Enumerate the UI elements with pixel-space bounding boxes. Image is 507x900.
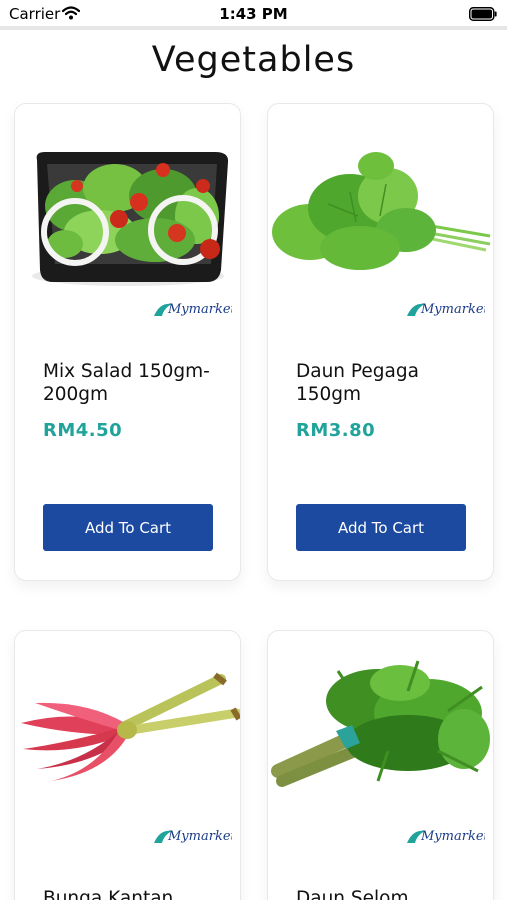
product-price: RM4.50 [43, 420, 123, 441]
status-bar: Carrier 1:43 PM [0, 0, 507, 28]
product-name: Bunga Kantan [43, 888, 174, 900]
brand-logo: Mymarket [150, 294, 232, 322]
header-divider [0, 26, 507, 30]
brand-logo: Mymarket [403, 821, 485, 849]
add-to-cart-button[interactable]: Add To Cart [296, 504, 466, 551]
brand-logo: Mymarket [403, 294, 485, 322]
status-time: 1:43 PM [219, 5, 288, 23]
add-to-cart-button[interactable]: Add To Cart [43, 504, 213, 551]
product-name: Daun Pegaga 150gm [296, 361, 419, 405]
product-card-daun-pegaga[interactable]: Mymarket Daun Pegaga 150gm RM3.80 Add To… [267, 103, 494, 581]
svg-text:Mymarket: Mymarket [167, 829, 232, 844]
page-title: Vegetables [151, 40, 356, 80]
brand-logo: Mymarket [150, 821, 232, 849]
product-card-mix-salad[interactable]: Mymarket Mix Salad 150gm-200gm RM4.50 Ad… [14, 103, 241, 581]
product-card-bunga-kantan[interactable]: Mymarket Bunga Kantan [14, 630, 241, 900]
product-name: Mix Salad 150gm-200gm [43, 361, 210, 405]
product-name: Daun Selom [296, 888, 409, 900]
svg-text:Mymarket: Mymarket [167, 302, 232, 317]
svg-text:Mymarket: Mymarket [420, 302, 485, 317]
svg-text:Mymarket: Mymarket [420, 829, 485, 844]
battery-icon [469, 6, 497, 21]
product-card-daun-selom[interactable]: Mymarket Daun Selom [267, 630, 494, 900]
product-price: RM3.80 [296, 420, 376, 441]
